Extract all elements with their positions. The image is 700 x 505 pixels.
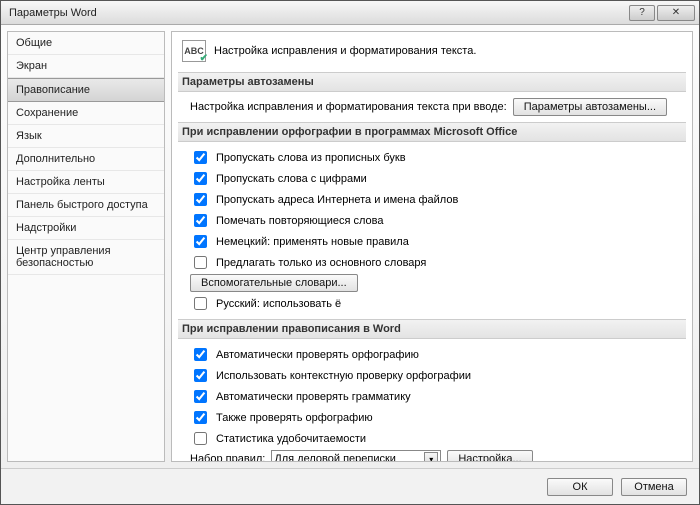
check-ignore-uppercase[interactable] — [194, 151, 207, 164]
ruleset-row: Набор правил: Для деловой переписки ▾ На… — [190, 450, 682, 462]
button-label: Отмена — [634, 481, 673, 493]
help-button[interactable]: ? — [629, 5, 655, 21]
check-label: Предлагать только из основного словаря — [216, 257, 426, 269]
check-label: Статистика удобочитаемости — [216, 433, 366, 445]
chevron-down-icon: ▾ — [424, 452, 438, 462]
check-contextual-spell[interactable] — [194, 369, 207, 382]
check-label: Также проверять орфографию — [216, 412, 373, 424]
check-auto-spell[interactable] — [194, 348, 207, 361]
sidebar-item-language[interactable]: Язык — [8, 125, 164, 148]
proofing-icon: ABC — [182, 40, 206, 62]
section-office-spelling-title: При исправлении орфографии в программах … — [178, 122, 686, 142]
window-title: Параметры Word — [5, 7, 629, 19]
sidebar-item-trust-center[interactable]: Центр управления безопасностью — [8, 240, 164, 275]
check-label: Помечать повторяющиеся слова — [216, 215, 384, 227]
autocorrect-options-button[interactable]: Параметры автозамены... — [513, 98, 667, 116]
page-title: Настройка исправления и форматирования т… — [214, 45, 476, 57]
button-label: Параметры автозамены... — [524, 101, 656, 113]
ruleset-select[interactable]: Для деловой переписки ▾ — [271, 450, 441, 462]
sidebar-item-qat[interactable]: Панель быстрого доступа — [8, 194, 164, 217]
dialog-footer: ОК Отмена — [1, 468, 699, 504]
sidebar-item-general[interactable]: Общие — [8, 32, 164, 55]
check-flag-repeated[interactable] — [194, 214, 207, 227]
sidebar-item-advanced[interactable]: Дополнительно — [8, 148, 164, 171]
sidebar-item-label: Экран — [16, 60, 47, 72]
content-pane: ABC Настройка исправления и форматирован… — [171, 31, 693, 462]
options-dialog: Параметры Word ? ✕ Общие Экран Правописа… — [0, 0, 700, 505]
category-sidebar: Общие Экран Правописание Сохранение Язык… — [7, 31, 165, 462]
check-label: Немецкий: применять новые правила — [216, 236, 409, 248]
check-ignore-numbers[interactable] — [194, 172, 207, 185]
section-word-spelling-title: При исправлении правописания в Word — [178, 319, 686, 339]
sidebar-item-label: Панель быстрого доступа — [16, 199, 148, 211]
custom-dictionaries-button[interactable]: Вспомогательные словари... — [190, 274, 358, 292]
autocorrect-label: Настройка исправления и форматирования т… — [190, 101, 507, 113]
button-label: Вспомогательные словари... — [201, 277, 347, 289]
sidebar-item-ribbon[interactable]: Настройка ленты — [8, 171, 164, 194]
check-auto-grammar[interactable] — [194, 390, 207, 403]
check-label: Автоматически проверять орфографию — [216, 349, 419, 361]
sidebar-item-proofing[interactable]: Правописание — [8, 78, 164, 102]
ruleset-label: Набор правил: — [190, 453, 265, 462]
check-russian-yo[interactable] — [194, 297, 207, 310]
check-label: Русский: использовать ё — [216, 298, 341, 310]
sidebar-item-addins[interactable]: Надстройки — [8, 217, 164, 240]
check-main-dictionary-only[interactable] — [194, 256, 207, 269]
sidebar-item-label: Дополнительно — [16, 153, 95, 165]
check-label: Использовать контекстную проверку орфогр… — [216, 370, 471, 382]
page-header: ABC Настройка исправления и форматирован… — [182, 40, 682, 62]
sidebar-item-label: Правописание — [16, 84, 90, 96]
section-autocorrect-title: Параметры автозамены — [178, 72, 686, 92]
button-label: Настройка... — [458, 453, 521, 462]
sidebar-item-display[interactable]: Экран — [8, 55, 164, 78]
select-value: Для деловой переписки — [274, 453, 420, 462]
titlebar: Параметры Word ? ✕ — [1, 1, 699, 25]
sidebar-item-label: Язык — [16, 130, 42, 142]
sidebar-item-label: Центр управления безопасностью — [16, 245, 111, 269]
sidebar-item-save[interactable]: Сохранение — [8, 102, 164, 125]
ruleset-settings-button[interactable]: Настройка... — [447, 450, 532, 462]
button-label: ОК — [573, 481, 588, 493]
sidebar-item-label: Общие — [16, 37, 52, 49]
dialog-body: Общие Экран Правописание Сохранение Язык… — [1, 25, 699, 468]
check-label: Пропускать слова с цифрами — [216, 173, 367, 185]
sidebar-item-label: Сохранение — [16, 107, 78, 119]
check-readability-stats[interactable] — [194, 432, 207, 445]
sidebar-item-label: Надстройки — [16, 222, 76, 234]
close-button[interactable]: ✕ — [657, 5, 695, 21]
sidebar-item-label: Настройка ленты — [16, 176, 105, 188]
cancel-button[interactable]: Отмена — [621, 478, 687, 496]
window-buttons: ? ✕ — [629, 5, 695, 21]
check-german-rules[interactable] — [194, 235, 207, 248]
check-also-spell[interactable] — [194, 411, 207, 424]
ok-button[interactable]: ОК — [547, 478, 613, 496]
autocorrect-row: Настройка исправления и форматирования т… — [190, 98, 682, 116]
check-label: Автоматически проверять грамматику — [216, 391, 411, 403]
check-label: Пропускать слова из прописных букв — [216, 152, 406, 164]
check-ignore-urls[interactable] — [194, 193, 207, 206]
check-label: Пропускать адреса Интернета и имена файл… — [216, 194, 458, 206]
